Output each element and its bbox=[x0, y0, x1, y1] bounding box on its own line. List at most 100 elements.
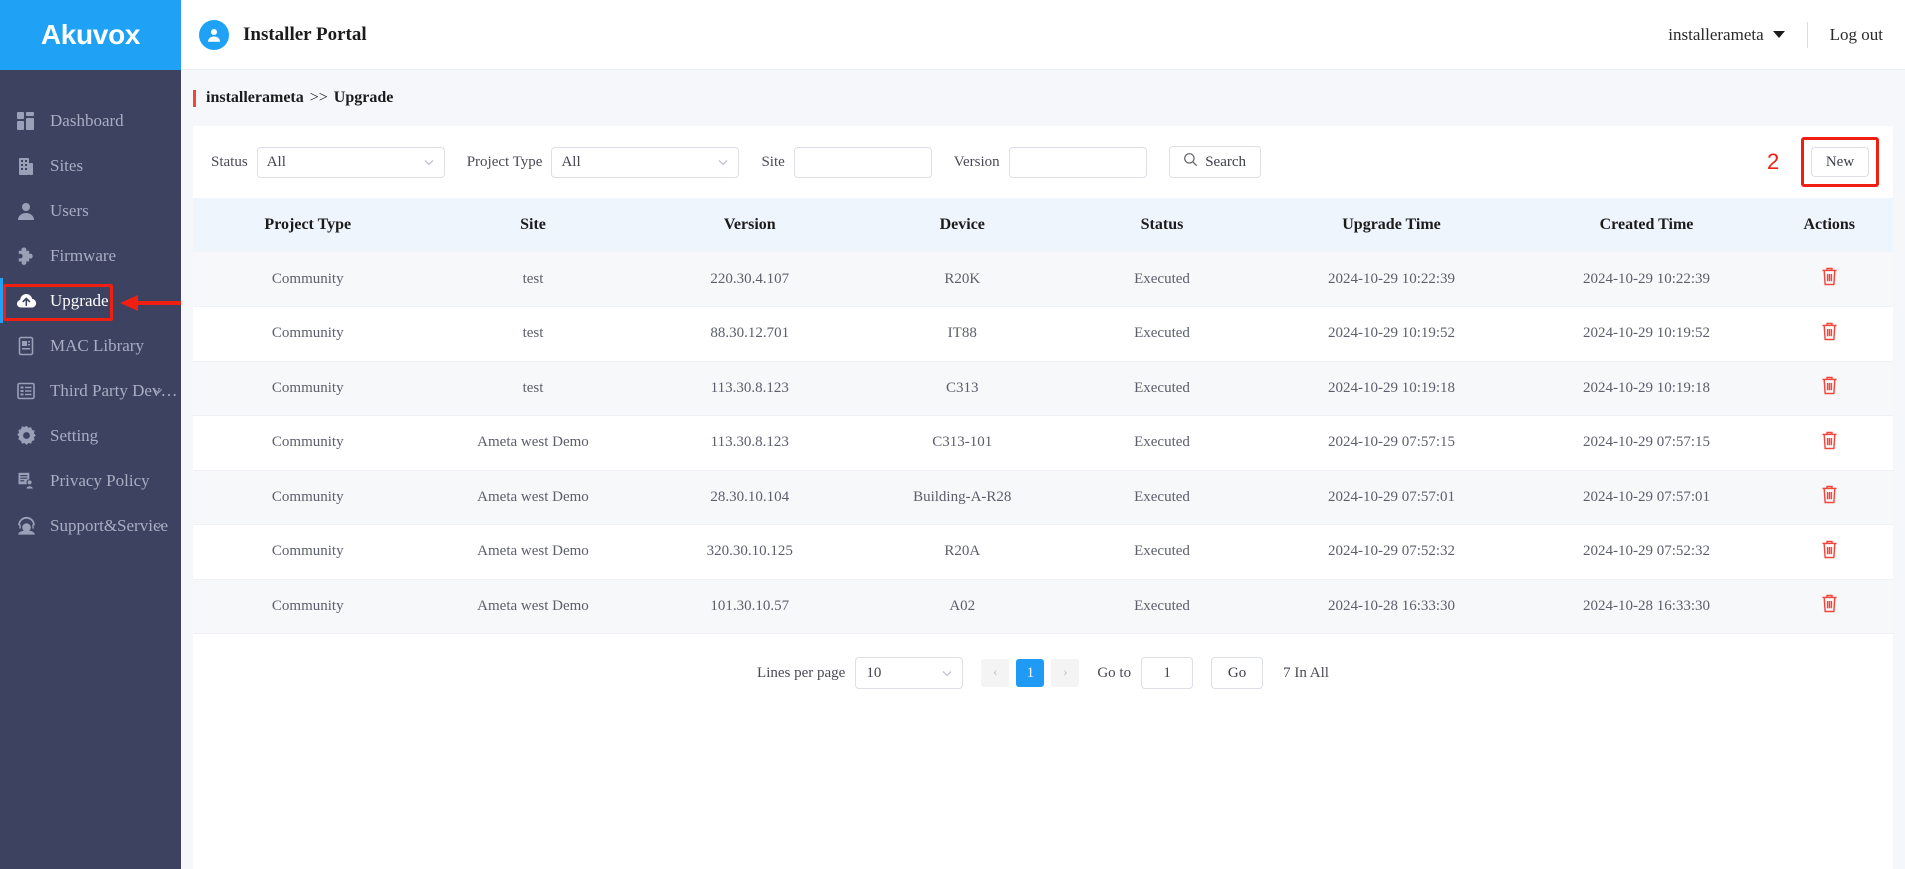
upgrade-table: Project Type Site Version Device Status Upgra… bbox=[193, 198, 1893, 634]
cell-actions bbox=[1765, 579, 1893, 634]
cell-status: Executed bbox=[1068, 470, 1256, 525]
cell-device: Building-A-R28 bbox=[856, 470, 1069, 525]
breadcrumb-root[interactable]: installerameta bbox=[206, 89, 304, 106]
cell-device: C313-101 bbox=[856, 415, 1069, 471]
site-input[interactable] bbox=[793, 146, 932, 178]
prev-page-button[interactable]: ‹ bbox=[981, 659, 1010, 687]
status-label: Status bbox=[211, 153, 248, 170]
sidebar-item-label: Support&Service bbox=[50, 515, 169, 535]
sidebar-item-support-service[interactable]: Support&Service bbox=[0, 503, 181, 548]
cell-version: 320.30.10.125 bbox=[643, 524, 856, 580]
version-input[interactable] bbox=[1008, 146, 1147, 178]
cell-project-type: Community bbox=[193, 252, 423, 307]
sidebar-item-dashboard[interactable]: Dashboard bbox=[0, 98, 181, 143]
delete-icon[interactable] bbox=[1820, 539, 1839, 560]
next-page-button[interactable]: › bbox=[1051, 659, 1080, 687]
cell-actions bbox=[1765, 470, 1893, 525]
project-type-select-value: All bbox=[561, 153, 581, 170]
goto-input[interactable]: 1 bbox=[1141, 657, 1194, 689]
cell-status: Executed bbox=[1068, 579, 1256, 634]
sidebar-item-label: MAC Library bbox=[50, 335, 144, 355]
sidebar-item-upgrade[interactable]: Upgrade bbox=[0, 278, 181, 323]
breadcrumb-text: installerameta >> Upgrade bbox=[206, 89, 393, 107]
search-button[interactable]: Search bbox=[1168, 146, 1261, 178]
brand-logo: Akuvox bbox=[0, 0, 181, 70]
user-menu-button[interactable]: installerameta bbox=[1668, 24, 1785, 45]
breadcrumb: installerameta >> Upgrade bbox=[181, 70, 1905, 126]
new-button[interactable]: New bbox=[1811, 147, 1869, 177]
cell-status: Executed bbox=[1068, 306, 1256, 362]
cell-created-time: 2024-10-29 07:57:01 bbox=[1527, 470, 1766, 525]
sidebar-item-firmware[interactable]: Firmware bbox=[0, 233, 181, 278]
cell-version: 101.30.10.57 bbox=[643, 579, 856, 634]
cell-upgrade-time: 2024-10-29 07:57:15 bbox=[1255, 415, 1528, 471]
sidebar-item-mac-library[interactable]: MAC Library bbox=[0, 323, 181, 368]
delete-icon[interactable] bbox=[1820, 375, 1839, 396]
delete-icon[interactable] bbox=[1820, 430, 1839, 451]
chevron-down-icon[interactable] bbox=[153, 386, 163, 396]
breadcrumb-accent bbox=[193, 89, 196, 107]
cell-upgrade-time: 2024-10-29 07:57:01 bbox=[1255, 470, 1528, 525]
status-select[interactable]: All bbox=[256, 146, 445, 178]
version-label: Version bbox=[953, 153, 1000, 170]
sidebar-item-label: Upgrade bbox=[50, 290, 109, 310]
cell-status: Executed bbox=[1068, 252, 1256, 307]
user-icon bbox=[14, 199, 38, 223]
cell-site: test bbox=[422, 306, 644, 362]
cell-project-type: Community bbox=[193, 470, 423, 525]
cell-version: 220.30.4.107 bbox=[643, 252, 856, 307]
cell-site: Ameta west Demo bbox=[422, 579, 644, 634]
lines-per-page-label: Lines per page bbox=[757, 664, 846, 681]
user-menu-label: installerameta bbox=[1668, 24, 1764, 44]
page-number-1[interactable]: 1 bbox=[1016, 659, 1045, 687]
list-icon bbox=[14, 379, 38, 403]
cell-device: R20K bbox=[856, 252, 1069, 307]
delete-icon[interactable] bbox=[1820, 484, 1839, 505]
headset-icon bbox=[14, 514, 38, 538]
cell-project-type: Community bbox=[193, 415, 423, 471]
cell-created-time: 2024-10-29 10:22:39 bbox=[1527, 252, 1766, 307]
chevron-down-icon bbox=[941, 667, 953, 679]
cell-created-time: 2024-10-29 07:52:32 bbox=[1527, 524, 1766, 580]
logout-button[interactable]: Log out bbox=[1830, 25, 1883, 45]
cell-status: Executed bbox=[1068, 524, 1256, 580]
chevron-down-icon[interactable] bbox=[153, 521, 163, 531]
chevron-down-icon bbox=[717, 156, 729, 168]
sidebar-item-label: Privacy Policy bbox=[50, 470, 150, 490]
pagination: Lines per page 10 ‹ 1 › Go to 1 Go 7 In … bbox=[193, 634, 1893, 712]
delete-icon[interactable] bbox=[1820, 321, 1839, 342]
cell-created-time: 2024-10-29 07:57:15 bbox=[1527, 415, 1766, 471]
sidebar-item-setting[interactable]: Setting bbox=[0, 413, 181, 458]
go-button[interactable]: Go bbox=[1211, 657, 1264, 689]
table-column-header: Status bbox=[1068, 198, 1256, 252]
dashboard-icon bbox=[14, 109, 38, 133]
sidebar: Akuvox Dashboard Sites Users Firmware Upgrad… bbox=[0, 0, 198, 869]
cell-created-time: 2024-10-29 10:19:18 bbox=[1527, 361, 1766, 416]
delete-icon[interactable] bbox=[1820, 266, 1839, 287]
lines-per-page-select[interactable]: 10 bbox=[855, 657, 964, 689]
table-row: Community test 113.30.8.123 C313 Executed 202… bbox=[193, 361, 1893, 416]
sidebar-item-sites[interactable]: Sites bbox=[0, 143, 181, 188]
project-type-select[interactable]: All bbox=[551, 146, 740, 178]
cell-upgrade-time: 2024-10-28 16:33:30 bbox=[1255, 579, 1528, 634]
delete-icon[interactable] bbox=[1820, 593, 1839, 614]
brand-logo-text: Akuvox bbox=[40, 19, 141, 50]
avatar bbox=[199, 19, 229, 50]
app-root: Akuvox Dashboard Sites Users Firmware Upgrad… bbox=[0, 0, 1905, 869]
sidebar-item-users[interactable]: Users bbox=[0, 188, 181, 233]
cell-created-time: 2024-10-28 16:33:30 bbox=[1527, 579, 1766, 634]
table-head: Project Type Site Version Device Status Upgra… bbox=[193, 198, 1893, 252]
site-label: Site bbox=[761, 153, 785, 170]
status-select-value: All bbox=[266, 153, 286, 170]
cell-project-type: Community bbox=[193, 524, 423, 580]
sidebar-item-third-party-dev[interactable]: Third Party Dev… bbox=[0, 368, 181, 413]
document-icon bbox=[14, 334, 38, 358]
cell-actions bbox=[1765, 415, 1893, 471]
cell-device: R20A bbox=[856, 524, 1069, 580]
new-button-wrap: 2 New bbox=[1767, 137, 1879, 187]
search-button-label: Search bbox=[1205, 153, 1247, 170]
cell-project-type: Community bbox=[193, 579, 423, 634]
sidebar-item-privacy-policy[interactable]: Privacy Policy bbox=[0, 458, 181, 503]
cell-project-type: Community bbox=[193, 306, 423, 362]
chevron-down-icon bbox=[423, 156, 435, 168]
